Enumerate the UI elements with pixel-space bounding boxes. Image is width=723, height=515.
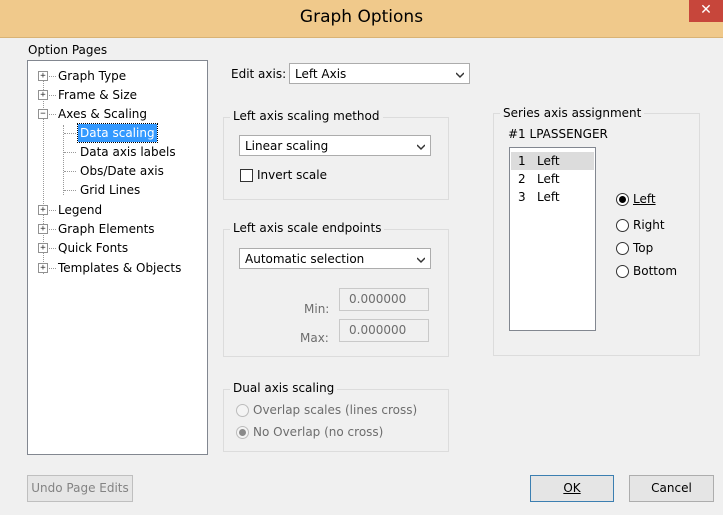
window-title: Graph Options: [299, 7, 424, 27]
chevron-down-icon: [456, 72, 464, 79]
scaling-method-select[interactable]: Linear scaling: [239, 135, 431, 156]
list-item[interactable]: 3 Left: [511, 188, 594, 206]
overlap-radio[interactable]: [236, 404, 249, 417]
dual-axis-title: Dual axis scaling: [230, 381, 338, 395]
title-bar: Graph Options ✕: [0, 0, 723, 38]
tree-item-axes-scaling[interactable]: − Axes & Scaling: [28, 105, 205, 123]
overlap-label: Overlap scales (lines cross): [253, 403, 418, 417]
invert-scale-checkbox[interactable]: [240, 169, 253, 182]
tree-label: Data axis labels: [80, 145, 176, 159]
endpoints-value: Automatic selection: [245, 252, 365, 266]
tree-label: Grid Lines: [80, 183, 141, 197]
tree-label: Frame & Size: [58, 88, 138, 102]
scaling-method-group: Left axis scaling method: [223, 109, 449, 200]
ok-button-label: OK: [563, 481, 581, 495]
chevron-down-icon: [417, 144, 425, 151]
axis-left-label: Left: [633, 192, 656, 206]
dual-axis-group: Dual axis scaling: [223, 381, 449, 452]
tree-expander-icon[interactable]: +: [38, 90, 48, 100]
min-label: Min:: [304, 302, 330, 316]
axis-bottom-label: Bottom: [633, 264, 678, 278]
close-icon[interactable]: ✕: [689, 0, 723, 22]
axis-top-label: Top: [633, 241, 654, 255]
endpoints-title: Left axis scale endpoints: [230, 221, 385, 235]
series-name: #1 LPASSENGER: [508, 127, 608, 141]
cancel-button[interactable]: Cancel: [629, 475, 714, 502]
no-overlap-label: No Overlap (no cross): [253, 425, 384, 439]
ok-button[interactable]: OK: [530, 475, 614, 502]
series-axis: Left: [537, 154, 560, 168]
tree-label: Quick Fonts: [58, 241, 129, 255]
tree-label: Axes & Scaling: [58, 107, 148, 121]
scaling-method-value: Linear scaling: [245, 139, 329, 153]
max-label: Max:: [300, 331, 329, 345]
series-num: 2: [518, 172, 526, 186]
tree-label: Obs/Date axis: [80, 164, 164, 178]
series-list[interactable]: 1 Left 2 Left 3 Left: [509, 147, 596, 331]
edit-axis-label: Edit axis:: [231, 67, 287, 81]
tree-item-data-scaling[interactable]: Data scaling: [28, 123, 205, 143]
tree-label: Templates & Objects: [58, 261, 182, 275]
tree-item-legend[interactable]: + Legend: [28, 201, 205, 219]
list-item[interactable]: 2 Left: [511, 170, 594, 188]
tree-item-grid-lines[interactable]: Grid Lines: [28, 181, 205, 199]
tree-expander-icon[interactable]: +: [38, 71, 48, 81]
endpoints-select[interactable]: Automatic selection: [239, 248, 431, 269]
tree-expander-icon[interactable]: +: [38, 243, 48, 253]
chevron-down-icon: [417, 257, 425, 264]
tree-expander-icon[interactable]: +: [38, 263, 48, 273]
tree-label: Graph Elements: [58, 222, 155, 236]
series-axis: Left: [537, 190, 560, 204]
undo-page-edits-button[interactable]: Undo Page Edits: [27, 475, 133, 502]
axis-right-label: Right: [633, 218, 665, 232]
edit-axis-value: Left Axis: [295, 67, 347, 81]
tree-item-templates-objects[interactable]: + Templates & Objects: [28, 259, 205, 277]
max-field[interactable]: 0.000000: [339, 319, 429, 342]
option-pages-tree[interactable]: + Graph Type + Frame & Size − Axes & Sca…: [27, 60, 208, 455]
invert-scale-label: Invert scale: [257, 168, 328, 182]
tree-item-graph-type[interactable]: + Graph Type: [28, 67, 205, 85]
tree-label: Graph Type: [58, 69, 127, 83]
series-num: 1: [518, 154, 526, 168]
list-item[interactable]: 1 Left: [511, 152, 594, 170]
tree-item-frame-size[interactable]: + Frame & Size: [28, 86, 205, 104]
axis-top-radio[interactable]: [616, 242, 629, 255]
tree-expander-icon[interactable]: +: [38, 205, 48, 215]
tree-item-graph-elements[interactable]: + Graph Elements: [28, 220, 205, 238]
series-num: 3: [518, 190, 526, 204]
option-pages-label: Option Pages: [28, 43, 108, 57]
edit-axis-select[interactable]: Left Axis: [289, 63, 470, 84]
min-field[interactable]: 0.000000: [339, 288, 429, 311]
series-assignment-title: Series axis assignment: [500, 106, 645, 120]
no-overlap-radio[interactable]: [236, 426, 249, 439]
tree-expander-icon[interactable]: +: [38, 224, 48, 234]
axis-left-radio[interactable]: [616, 193, 629, 206]
tree-collapse-icon[interactable]: −: [38, 109, 48, 119]
tree-item-data-axis-labels[interactable]: Data axis labels: [28, 143, 205, 161]
tree-label: Data scaling: [77, 123, 158, 143]
tree-item-obs-date-axis[interactable]: Obs/Date axis: [28, 162, 205, 180]
tree-item-quick-fonts[interactable]: + Quick Fonts: [28, 239, 205, 257]
scaling-method-title: Left axis scaling method: [230, 109, 383, 123]
tree-label: Legend: [58, 203, 103, 217]
series-axis: Left: [537, 172, 560, 186]
axis-right-radio[interactable]: [616, 219, 629, 232]
axis-bottom-radio[interactable]: [616, 265, 629, 278]
